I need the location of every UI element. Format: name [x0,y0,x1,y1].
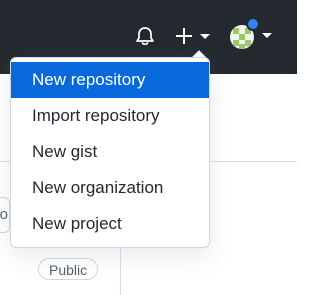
menu-item-new-gist[interactable]: New gist [11,134,209,170]
chevron-down-icon [200,34,210,39]
plus-icon [176,28,192,44]
create-dropdown-menu: New repository Import repository New gis… [10,57,210,248]
menu-item-new-repository[interactable]: New repository [11,62,209,98]
notification-dot [246,17,260,31]
user-menu-button[interactable] [226,17,274,53]
create-new-button[interactable] [172,23,212,49]
menu-item-import-repository[interactable]: Import repository [11,98,209,134]
chevron-down-icon [262,33,272,38]
menu-item-new-project[interactable]: New project [11,206,209,242]
bell-icon[interactable] [134,25,156,47]
visibility-badge: Public [38,258,99,280]
menu-item-new-organization[interactable]: New organization [11,170,209,206]
partial-input[interactable]: to [0,197,10,233]
